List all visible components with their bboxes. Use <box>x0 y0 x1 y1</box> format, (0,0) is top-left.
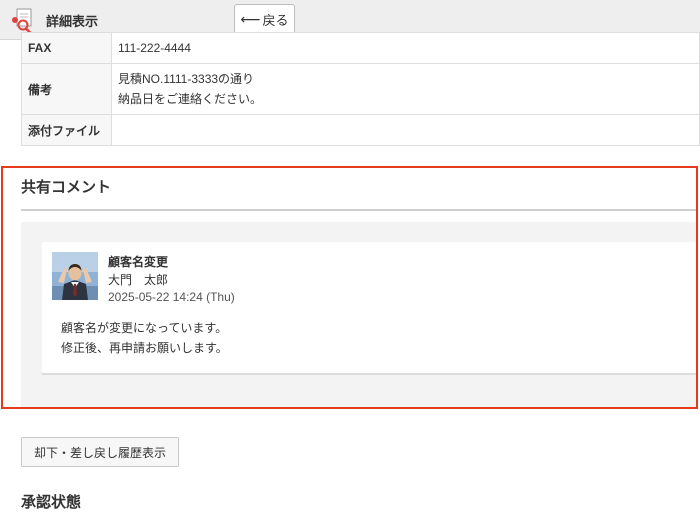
table-row: 備考 見積NO.1111-3333の通り 納品日をご連絡ください。 <box>21 63 700 115</box>
fax-value: 111-222-4444 <box>111 32 700 64</box>
page-title: 詳細表示 <box>46 14 99 29</box>
note-line: 見積NO.1111-3333の通り <box>118 72 255 86</box>
highlight-frame <box>1 166 698 409</box>
attachment-value <box>111 114 700 146</box>
note-line: 納品日をご連絡ください。 <box>118 92 263 106</box>
note-label: 備考 <box>21 63 112 115</box>
back-button[interactable]: ⟵ 戻る <box>234 4 295 34</box>
fax-label: FAX <box>21 32 112 64</box>
note-value: 見積NO.1111-3333の通り 納品日をご連絡ください。 <box>111 63 700 115</box>
attachment-label: 添付ファイル <box>21 114 112 146</box>
document-search-icon <box>10 8 36 34</box>
arrow-left-icon: ⟵ <box>240 10 261 27</box>
table-row: 添付ファイル <box>21 114 700 146</box>
table-row: FAX 111-222-4444 <box>21 32 700 64</box>
info-table: FAX 111-222-4444 備考 見積NO.1111-3333の通り 納品… <box>21 32 700 146</box>
back-button-label: 戻る <box>262 12 289 28</box>
rejection-history-button[interactable]: 却下・差し戻し履歴表示 <box>21 437 179 467</box>
approval-status-title: 承認状態 <box>21 494 82 511</box>
